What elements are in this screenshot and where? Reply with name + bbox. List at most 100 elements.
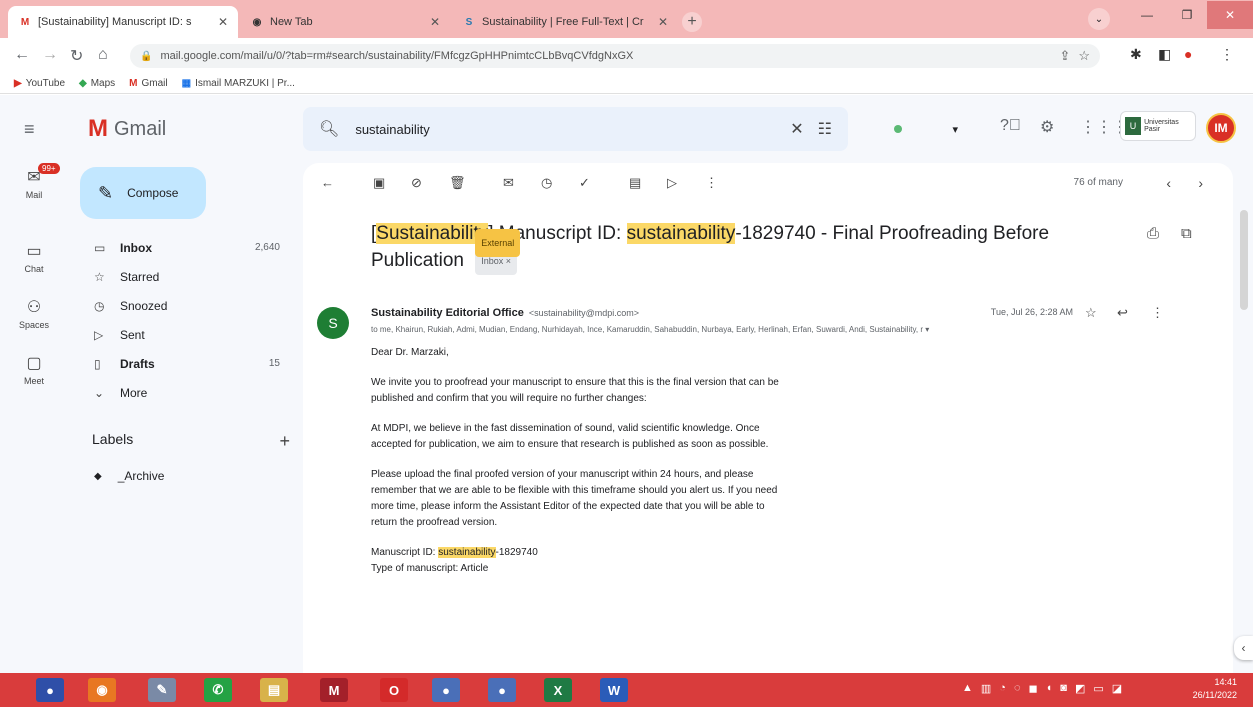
message-more-icon[interactable]: ⋮ (1151, 305, 1164, 321)
sidebar-icon[interactable]: ◧ (1158, 46, 1171, 63)
bookmark-youtube[interactable]: ▶ YouTube (14, 78, 65, 89)
firefox-app-icon[interactable]: ◉ (88, 678, 116, 702)
tray-app-icon[interactable]: ◙ (1060, 682, 1067, 695)
reload-icon[interactable]: ↻ (70, 46, 83, 66)
recipients-line[interactable]: to me, Khairun, Rukiah, Admi, Mudian, En… (371, 325, 1161, 334)
star-icon[interactable]: ☆ (1085, 305, 1097, 321)
add-task-icon[interactable]: ✓ (579, 175, 590, 191)
more-options-icon[interactable]: ⋮ (705, 175, 718, 191)
snooze-icon[interactable]: ◷ (541, 175, 552, 191)
nav-item-snoozed[interactable]: ◷ Snoozed (80, 291, 290, 320)
opera-app-icon[interactable]: O (380, 678, 408, 702)
account-avatar[interactable]: IM (1206, 113, 1236, 143)
profile-icon[interactable]: ● (1184, 46, 1192, 62)
system-clock[interactable]: 14:41 26/11/2022 (1193, 676, 1237, 702)
email-paragraph: We invite you to proofread your manuscri… (371, 377, 779, 404)
delete-icon[interactable]: 🗑︎ (449, 175, 466, 191)
forward-icon[interactable]: → (42, 46, 58, 64)
search-options-icon[interactable]: ☷ (818, 119, 832, 139)
display-icon[interactable]: ▭ (1093, 682, 1103, 695)
sender-name[interactable]: Sustainability Editorial Office (371, 307, 524, 319)
tray-app-icon[interactable]: ◼ (1029, 682, 1038, 695)
print-icon[interactable]: ⎙ (1147, 225, 1159, 242)
archive-icon[interactable]: ▣ (373, 175, 385, 191)
excel-app-icon[interactable]: X (544, 678, 572, 702)
search-bar[interactable]: 🔍︎ sustainability ✕ ☷ (303, 107, 848, 151)
new-tab-button[interactable]: + (682, 12, 702, 32)
main-menu-icon[interactable]: ≡ (24, 119, 35, 140)
organization-badge[interactable]: U Universitas Pasir (1120, 111, 1196, 141)
tray-app-icon[interactable]: ▥ (981, 682, 991, 695)
menu-dots-icon[interactable]: ⋮ (1220, 46, 1234, 63)
rail-item-meet[interactable]: ▢ Meet (0, 353, 68, 386)
minimize-icon[interactable]: — (1127, 1, 1167, 29)
side-panel-toggle-icon[interactable]: ‹ (1234, 636, 1253, 660)
report-spam-icon[interactable]: ⊘ (411, 175, 422, 191)
status-selector[interactable]: ▾ (880, 117, 972, 141)
volume-icon[interactable]: ◩ (1075, 682, 1085, 695)
compose-button[interactable]: ✎ Compose (80, 167, 206, 219)
bookmark-profile[interactable]: ▦ Ismail MARZUKI | Pr... (182, 78, 295, 89)
tab-search-icon[interactable]: ⌄ (1088, 8, 1110, 30)
chrome-app-icon-2[interactable]: ● (432, 678, 460, 702)
tray-app-icon[interactable]: ◔ (999, 682, 1006, 695)
move-to-icon[interactable]: ▤ (629, 175, 641, 191)
nav-item-sent[interactable]: ▷ Sent (80, 320, 290, 349)
page-scrollbar[interactable] (1240, 210, 1248, 310)
rail-item-mail[interactable]: ✉ 99+ Mail (0, 163, 68, 200)
share-icon[interactable]: ⇪ (1059, 48, 1070, 64)
paint-app-icon[interactable]: ✎ (148, 678, 176, 702)
word-app-icon[interactable]: W (600, 678, 628, 702)
rail-item-spaces[interactable]: ⚇ Spaces (0, 297, 68, 330)
nav-item-inbox[interactable]: ▭ Inbox 2,640 (80, 233, 290, 262)
tab-gmail[interactable]: M [Sustainability] Manuscript ID: s ✕ (8, 6, 238, 38)
older-icon[interactable]: › (1198, 175, 1203, 191)
address-bar[interactable]: 🔒 mail.google.com/mail/u/0/?tab=rm#searc… (130, 44, 1100, 68)
open-in-new-window-icon[interactable]: ⧉ (1181, 225, 1192, 242)
tray-warning-icon[interactable]: ▲ (962, 682, 973, 695)
tab-new-tab[interactable]: ◉ New Tab ✕ (240, 6, 450, 38)
whatsapp-app-icon[interactable]: ✆ (204, 678, 232, 702)
bookmark-gmail[interactable]: M Gmail (129, 78, 167, 89)
close-icon[interactable]: ✕ (218, 15, 228, 29)
rail-item-chat[interactable]: ▭ Chat (0, 241, 68, 274)
bookmark-star-icon[interactable]: ☆ (1078, 48, 1090, 64)
mendeley-app-icon[interactable]: M (320, 678, 348, 702)
clear-search-icon[interactable]: ✕ (790, 119, 803, 139)
mark-unread-icon[interactable]: ✉ (503, 175, 514, 191)
label-item-archive[interactable]: ◆ _Archive (94, 469, 164, 483)
nav-item-drafts[interactable]: ▯ Drafts 15 (80, 349, 290, 378)
language-icon[interactable]: ◪ (1112, 682, 1122, 695)
back-to-list-icon[interactable]: ← (321, 175, 334, 190)
bookmark-maps[interactable]: ◆ Maps (79, 78, 115, 89)
chrome-app-icon-3[interactable]: ● (488, 678, 516, 702)
chrome-app-icon[interactable]: ● (36, 678, 64, 702)
nav-label: Starred (120, 269, 160, 284)
tab-sustainability[interactable]: S Sustainability | Free Full-Text | Cr ✕ (452, 6, 678, 38)
search-icon[interactable]: 🔍︎ (319, 119, 339, 139)
reply-icon[interactable]: ↩ (1117, 305, 1128, 321)
file-explorer-icon[interactable]: ▤ (260, 678, 288, 702)
gmail-app: ≡ M Gmail 🔍︎ sustainability ✕ ☷ ▾ ?⃝ ⚙ ⋮… (0, 95, 1253, 673)
home-icon[interactable]: ⌂ (98, 46, 108, 64)
tray-app-icon[interactable]: ◌ (1014, 682, 1021, 695)
label-icon[interactable]: ▷ (667, 175, 677, 191)
extension-icon[interactable]: ✱ (1130, 46, 1142, 63)
maximize-icon[interactable]: ❐ (1167, 1, 1207, 29)
help-icon[interactable]: ?⃝ (1000, 117, 1021, 135)
newer-icon[interactable]: ‹ (1166, 175, 1171, 191)
close-icon[interactable]: ✕ (430, 15, 440, 29)
network-icon[interactable]: ◖ (1046, 682, 1053, 695)
settings-gear-icon[interactable]: ⚙ (1040, 117, 1054, 137)
search-input[interactable]: sustainability (355, 122, 776, 137)
window-close-icon[interactable]: ✕ (1207, 1, 1253, 29)
email-paragraph: At MDPI, we believe in the fast dissemin… (371, 423, 769, 450)
nav-item-starred[interactable]: ☆ Starred (80, 262, 290, 291)
external-chip: External (475, 229, 521, 257)
nav-item-more[interactable]: ⌄ More (80, 378, 290, 407)
back-icon[interactable]: ← (14, 46, 30, 64)
gmail-logo[interactable]: M Gmail (88, 115, 166, 143)
close-icon[interactable]: ✕ (658, 15, 668, 29)
email-body: Dear Dr. Marzaki, We invite you to proof… (371, 345, 791, 577)
add-label-icon[interactable]: + (279, 431, 290, 452)
